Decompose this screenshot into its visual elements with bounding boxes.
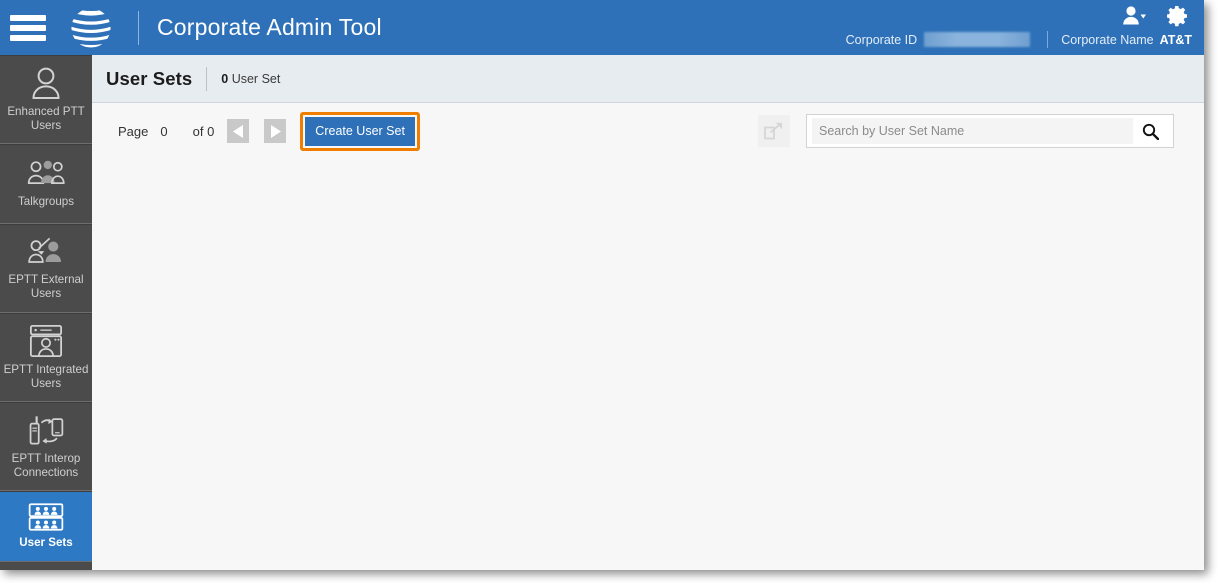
page-label: Page [118,123,149,139]
sidebar-item-label: User Sets [19,535,73,549]
sidebar-item-eptt-external-users[interactable]: EPTT External Users [0,224,92,313]
page-total-label: of 0 [192,123,215,139]
page-title: User Sets [106,67,193,89]
sidebar-item-label: EPTT Interop Connections [11,451,81,479]
corporate-id-label: Corporate ID [845,32,918,47]
hamburger-bar [10,14,46,21]
external-user-icon [28,237,61,263]
sidebar-item-label: EPTT External Users [8,272,84,300]
toolbar: Page 0 of 0 Create User Set [92,103,1204,159]
sidebar-item-label: Enhanced PTT Users [7,104,85,132]
sidebar-item-eptt-interop-connections[interactable]: EPTT Interop Connections [0,402,92,491]
user-dropdown-icon[interactable] [1122,5,1148,27]
toolbar-right-region [758,103,1174,159]
export-icon[interactable] [758,115,790,147]
user-set-count-number: 0 [221,71,229,86]
next-page-icon[interactable] [264,119,287,143]
sidebar-item-user-sets[interactable]: User Sets [0,491,92,562]
previous-page-icon[interactable] [227,119,250,143]
header-divider [138,10,139,45]
sidebar-item-talkgroups[interactable]: Talkgroups [0,144,92,224]
gear-icon[interactable] [1166,4,1190,28]
user-group-icon [27,160,65,184]
pagination-control: Page 0 of 0 [118,119,287,143]
header-icon-group [1122,4,1190,28]
corporate-name-value: AT&T [1159,32,1192,47]
hamburger-menu-icon[interactable] [10,14,46,41]
page-number-value: 0 [160,123,168,139]
search-input[interactable] [812,118,1133,144]
create-user-set-button[interactable]: Create User Set [305,116,415,146]
corporate-info-divider [1047,31,1049,48]
create-user-set-highlight: Create User Set [300,111,420,151]
sidebar-item-eptt-integrated-users[interactable]: EPTT Integrated Users [0,313,92,402]
page-header-divider [206,66,208,91]
hamburger-bar [10,24,46,31]
att-globe-logo [70,6,112,49]
page-header: User Sets 0 User Set [92,55,1204,103]
corporate-admin-tool-window: Corporate Admin Tool Corporate ID Corpor… [0,0,1204,570]
user-sets-icon [28,502,64,531]
corporate-name-label: Corporate Name [1061,32,1154,47]
sidebar-nav: Enhanced PTT Users Talkgroups EPTT Exter… [0,55,92,570]
interop-connection-icon [29,415,64,444]
user-sets-list-area [92,159,1204,570]
corporate-id-value-redacted [924,32,1031,47]
integrated-user-icon [29,324,63,357]
app-title: Corporate Admin Tool [157,14,382,40]
corporate-info-row: Corporate ID Corporate Name AT&T [846,31,1192,48]
user-set-count-label: User Set [231,71,281,86]
search-icon[interactable] [1133,116,1167,146]
header-right-region: Corporate ID Corporate Name AT&T [784,0,1204,55]
user-set-count: 0 User Set [221,72,280,86]
sidebar-item-label: EPTT Integrated Users [3,362,89,390]
main-content: User Sets 0 User Set Page 0 of 0 Create [92,55,1204,570]
app-header: Corporate Admin Tool Corporate ID Corpor… [0,0,1204,55]
search-box [806,114,1174,148]
sidebar-item-enhanced-ptt-users[interactable]: Enhanced PTT Users [0,55,92,144]
sidebar-item-label: Talkgroups [17,195,75,208]
hamburger-bar [10,34,46,41]
single-user-icon [32,67,60,99]
